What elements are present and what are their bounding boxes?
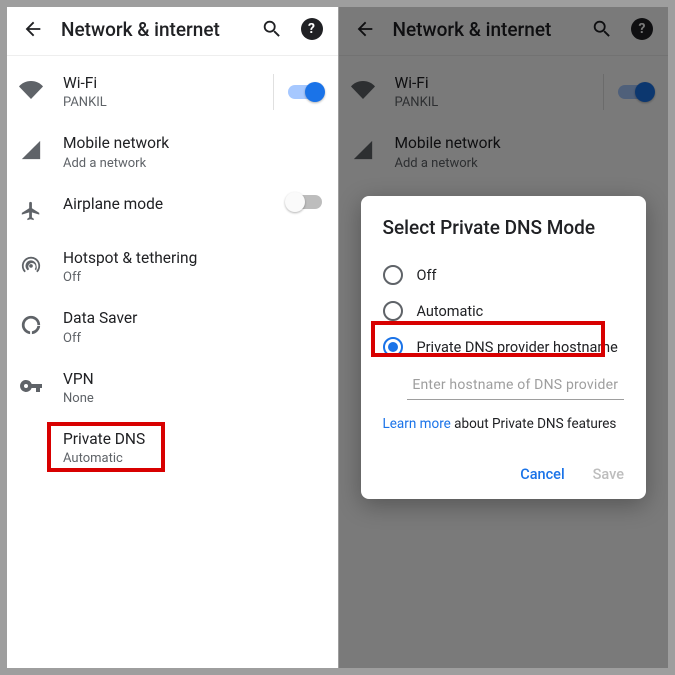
radio-label: Automatic — [417, 303, 484, 320]
wifi-toggle[interactable] — [618, 85, 652, 99]
signal-icon — [17, 136, 45, 164]
row-sub: None — [63, 391, 322, 406]
row-label: Wi-Fi — [63, 74, 255, 93]
row-label: Hotspot & tethering — [63, 249, 322, 268]
datasaver-icon — [17, 311, 45, 339]
help-icon[interactable]: ? — [630, 17, 654, 41]
radio-icon — [383, 301, 403, 321]
dialog-title: Select Private DNS Mode — [383, 216, 625, 239]
row-mobile[interactable]: Mobile network Add a network — [339, 122, 669, 182]
settings-list: Wi-Fi PANKIL Mobile network Add a networ… — [7, 56, 338, 478]
radio-icon — [383, 265, 403, 285]
wifi-icon — [349, 76, 377, 104]
row-sub: Add a network — [395, 156, 653, 171]
row-sub: PANKIL — [395, 95, 586, 110]
row-label: Wi-Fi — [395, 74, 586, 93]
airplane-icon — [17, 197, 45, 225]
hotspot-icon — [17, 251, 45, 279]
search-icon[interactable] — [590, 17, 614, 41]
wifi-icon — [17, 76, 45, 104]
row-label: Mobile network — [63, 134, 322, 153]
settings-panel-right: Network & internet ? Wi-Fi PANKIL — [338, 7, 669, 668]
row-sub: Off — [63, 270, 322, 285]
private-dns-dialog: Select Private DNS Mode Off Automatic Pr… — [361, 196, 647, 499]
radio-label: Private DNS provider hostname — [417, 339, 618, 356]
learn-more-link[interactable]: Learn more — [383, 416, 451, 432]
row-wifi[interactable]: Wi-Fi PANKIL — [7, 62, 338, 122]
learn-more-text: Learn more about Private DNS features — [383, 416, 625, 432]
radio-automatic[interactable]: Automatic — [383, 293, 625, 329]
row-label: Private DNS — [63, 430, 322, 449]
page-title: Network & internet — [393, 18, 575, 41]
learn-more-rest: about Private DNS features — [451, 416, 617, 432]
hostname-input[interactable]: Enter hostname of DNS provider — [407, 371, 625, 400]
row-label: Mobile network — [395, 134, 653, 153]
divider — [273, 74, 274, 110]
row-label: Data Saver — [63, 309, 322, 328]
radio-label: Off — [417, 267, 437, 284]
row-datasaver[interactable]: Data Saver Off — [7, 297, 338, 357]
settings-panel-left: Network & internet ? Wi-Fi PANKIL — [7, 7, 338, 668]
radio-hostname[interactable]: Private DNS provider hostname — [383, 329, 625, 365]
cancel-button[interactable]: Cancel — [520, 466, 564, 483]
row-mobile[interactable]: Mobile network Add a network — [7, 122, 338, 182]
blank-icon — [17, 432, 45, 460]
save-button[interactable]: Save — [593, 466, 624, 483]
row-sub: Add a network — [63, 156, 322, 171]
airplane-toggle[interactable] — [288, 195, 322, 209]
row-sub: Automatic — [63, 451, 322, 466]
signal-icon — [349, 136, 377, 164]
help-icon[interactable]: ? — [300, 17, 324, 41]
row-wifi[interactable]: Wi-Fi PANKIL — [339, 62, 669, 122]
row-sub: Off — [63, 331, 322, 346]
divider — [603, 74, 604, 110]
row-label: VPN — [63, 370, 322, 389]
header: Network & internet ? — [7, 7, 338, 56]
vpn-key-icon — [17, 372, 45, 400]
row-hotspot[interactable]: Hotspot & tethering Off — [7, 237, 338, 297]
row-private-dns[interactable]: Private DNS Automatic — [7, 418, 338, 478]
settings-list: Wi-Fi PANKIL Mobile network Add a networ… — [339, 56, 669, 183]
page-title: Network & internet — [61, 18, 244, 41]
row-vpn[interactable]: VPN None — [7, 358, 338, 418]
row-airplane[interactable]: Airplane mode — [7, 183, 338, 237]
wifi-toggle[interactable] — [288, 85, 322, 99]
row-sub: PANKIL — [63, 95, 255, 110]
dialog-actions: Cancel Save — [383, 466, 625, 483]
back-icon[interactable] — [21, 17, 45, 41]
radio-icon — [383, 337, 403, 357]
search-icon[interactable] — [260, 17, 284, 41]
row-label: Airplane mode — [63, 195, 270, 214]
back-icon[interactable] — [353, 17, 377, 41]
header: Network & internet ? — [339, 7, 669, 56]
radio-off[interactable]: Off — [383, 257, 625, 293]
